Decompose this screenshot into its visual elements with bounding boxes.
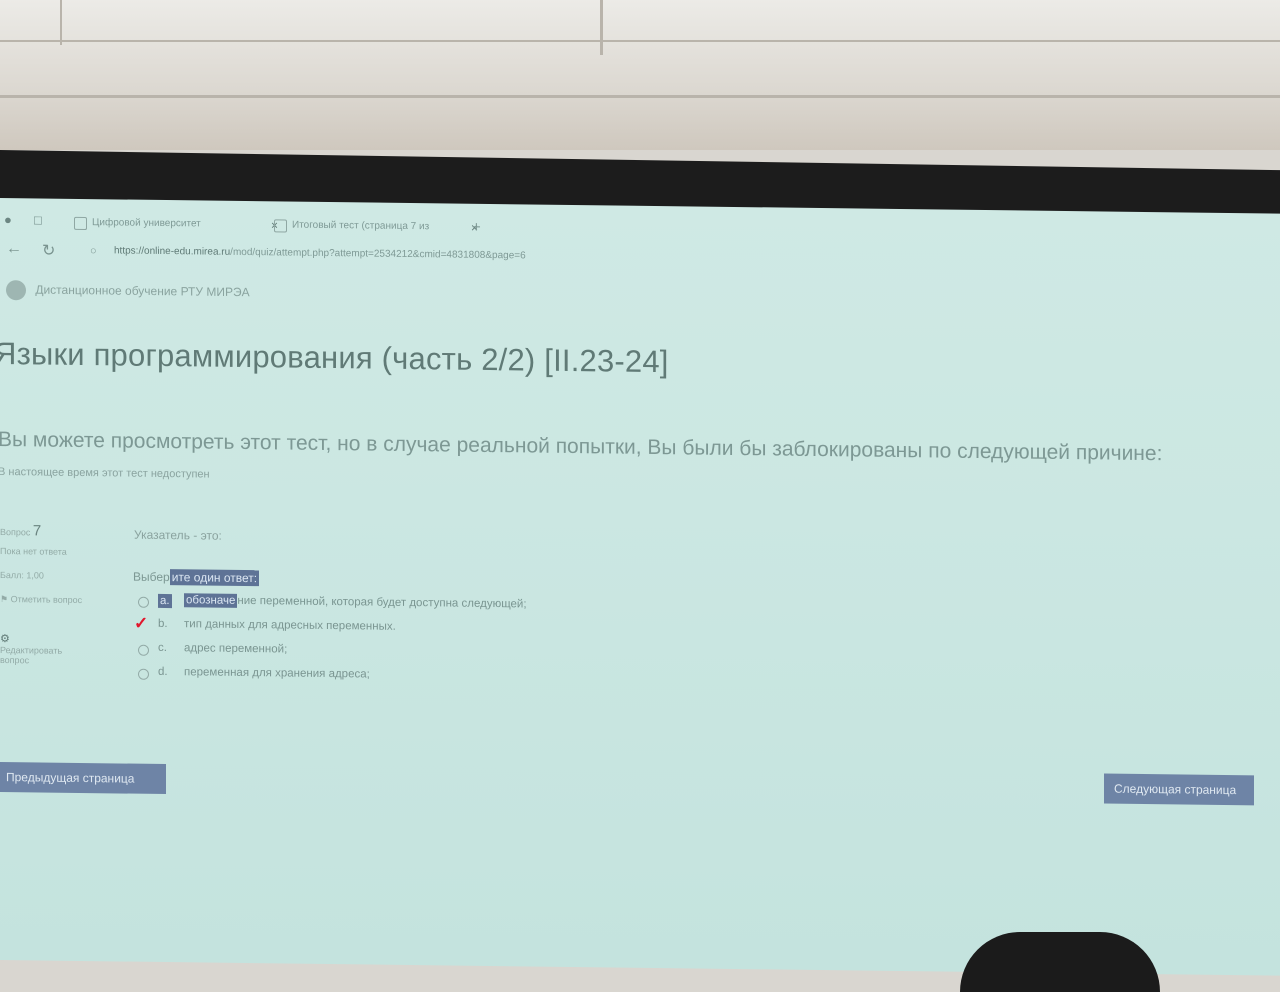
site-name: Дистанционное обучение РТУ МИРЭА <box>35 282 250 300</box>
page-title: Языки программирования (часть 2/2) [II.2… <box>0 335 669 380</box>
favicon-icon <box>74 216 87 231</box>
ceiling-tile-edge <box>60 0 62 45</box>
quiz-blocked-notice: Вы можете просмотреть этот тест, но в сл… <box>0 427 1163 466</box>
flag-icon: ⚑ <box>0 594 11 605</box>
next-page-button[interactable]: Следующая страница <box>1104 773 1254 806</box>
selected-text: ите один ответ: <box>169 569 260 587</box>
previous-page-button[interactable]: Предыдущая страница <box>0 761 166 795</box>
tab-digital-university[interactable]: Цифровой университет × <box>70 211 282 238</box>
edit-question-link[interactable]: ⚙ Редактировать вопрос <box>0 632 90 666</box>
site-header[interactable]: Дистанционное обучение РТУ МИРЭА <box>6 280 250 303</box>
favicon-icon <box>274 219 287 233</box>
question-text: Указатель - это: <box>134 527 222 543</box>
question-score: Балл: 1,00 <box>0 570 44 581</box>
radio-button[interactable] <box>138 644 149 656</box>
question-info-panel: Вопрос 7 Пока нет ответа Балл: 1,00 ⚑ От… <box>0 518 100 665</box>
address-bar: ← ↻ ○ https://online-edu.mirea.ru/mod/qu… <box>0 238 1280 278</box>
ceiling-tile-edge <box>0 40 1280 42</box>
question-number: Вопрос 7 <box>0 522 42 540</box>
university-logo-icon <box>6 280 26 301</box>
flag-question-link[interactable]: ⚑ Отметить вопрос <box>0 594 90 606</box>
quiz-blocked-reason: В настоящее время этот тест недоступен <box>0 465 210 481</box>
answer-prompt: Выбер ите один ответ: <box>133 569 260 587</box>
checkmark-icon: ✓ <box>134 613 149 633</box>
tab-final-test[interactable]: Итоговый тест (страница 7 из × <box>270 213 482 240</box>
reload-icon[interactable]: ↻ <box>42 241 55 261</box>
ceiling-tile-edge <box>600 0 603 55</box>
audience-head <box>960 932 1160 992</box>
site-info-icon[interactable]: ○ <box>90 245 97 257</box>
new-tab-button[interactable]: + <box>468 216 481 240</box>
ceiling-beam <box>0 95 1280 98</box>
url-field[interactable]: https://online-edu.mirea.ru/mod/quiz/att… <box>114 245 526 261</box>
projected-screen: ● □ Цифровой университет × Итоговый тест… <box>0 198 1280 976</box>
back-arrow-icon[interactable]: ← <box>6 240 22 258</box>
radio-button[interactable] <box>138 596 149 608</box>
gear-icon: ⚙ <box>0 633 10 646</box>
selected-text: обозначе <box>184 593 238 608</box>
answer-status: Пока нет ответа <box>0 546 67 557</box>
ceiling <box>0 0 1280 150</box>
radio-button[interactable] <box>138 668 149 680</box>
